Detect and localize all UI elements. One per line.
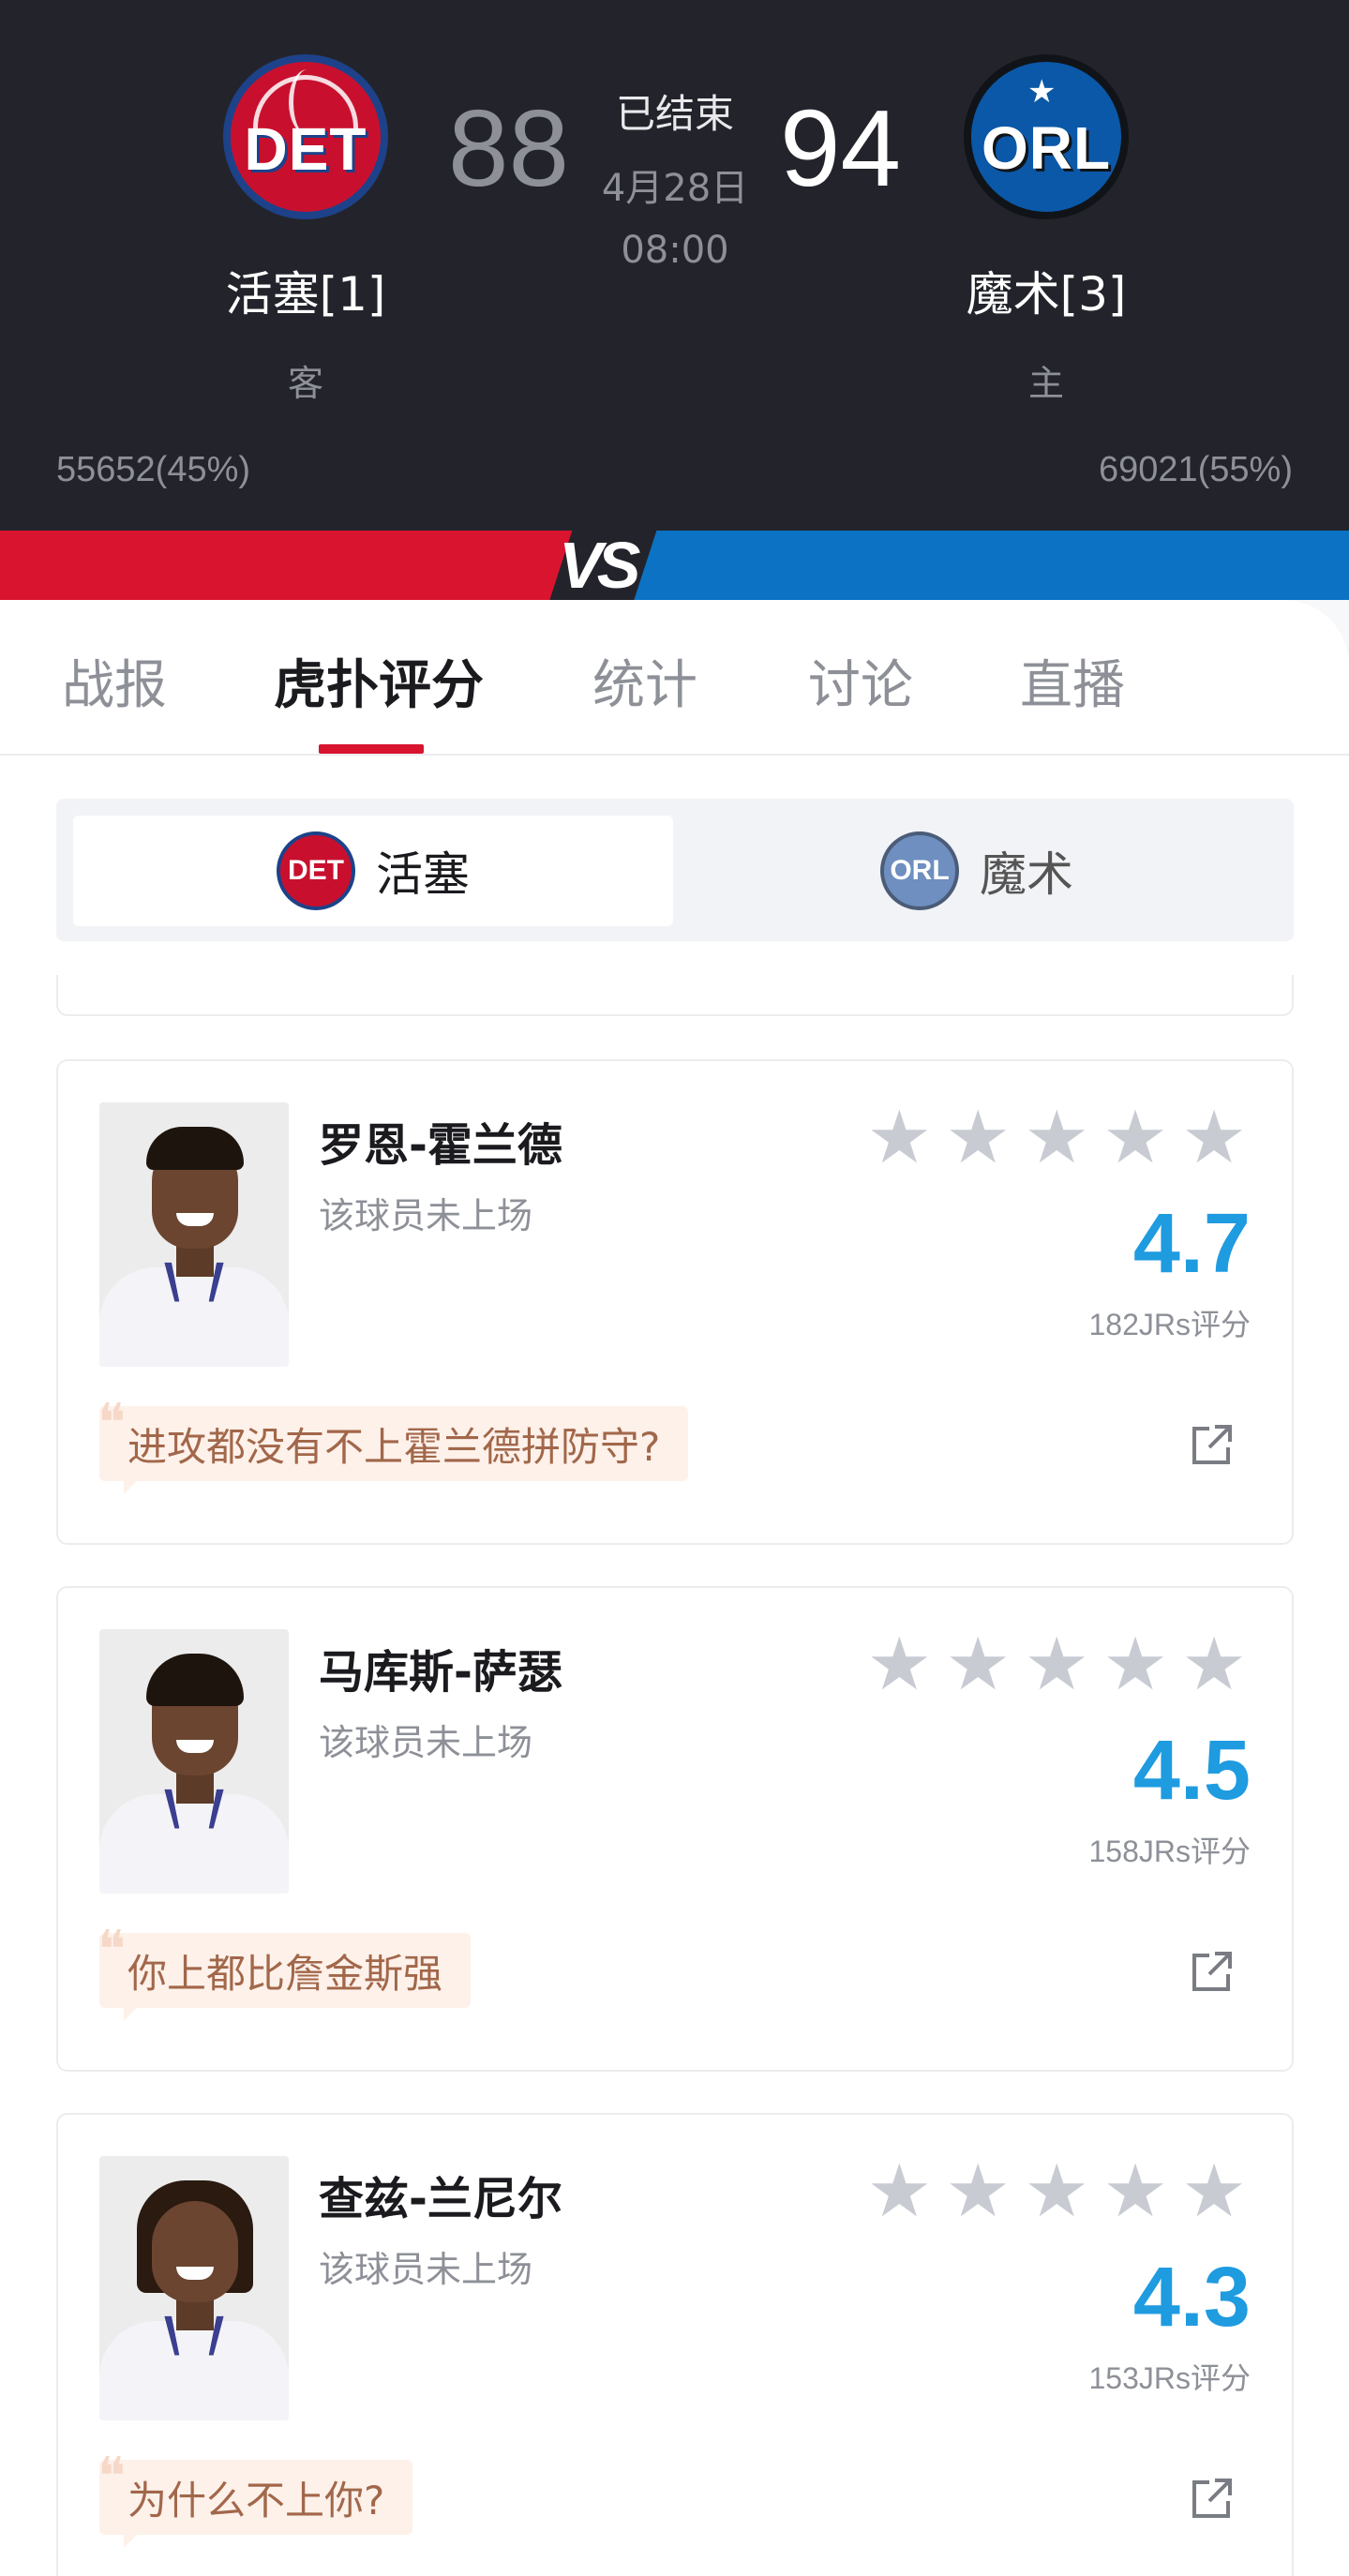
game-header: DET 88 已结束 4月28日 08:00 94 ★ ORL 活塞[1] 魔术… [0, 0, 1349, 534]
home-score: 94 [780, 87, 902, 209]
share-icon[interactable] [1189, 1948, 1236, 1995]
top-comment[interactable]: ❝ 为什么不上你? [97, 2447, 413, 2548]
team-switch-home-label: 魔术 [980, 847, 1073, 902]
tab-hupu-rating[interactable]: 虎扑评分 [274, 643, 484, 719]
player-card[interactable]: 马库斯-萨瑟 该球员未上场 ★ ★ ★ ★ ★ 4.5 158JRs评分 ❝ 你… [56, 1586, 1294, 2072]
home-team-role: 主 [1027, 363, 1064, 404]
player-status: 该球员未上场 [319, 1722, 533, 1763]
star-icon[interactable]: ★ [1181, 2154, 1247, 2229]
star-icon[interactable]: ★ [1102, 1101, 1168, 1176]
top-comment-text: 为什么不上你? [127, 2477, 385, 2524]
share-icon[interactable] [1189, 2475, 1236, 2522]
player-rating: 4.7 [1132, 1197, 1251, 1291]
tab-bar: 战报 虎扑评分 统计 讨论 直播 [0, 600, 1349, 756]
tab-live[interactable]: 直播 [1020, 643, 1125, 719]
away-team-role: 客 [287, 363, 323, 404]
star-icon[interactable]: ★ [1024, 1627, 1089, 1702]
rating-stars[interactable]: ★ ★ ★ ★ ★ [866, 1627, 1247, 1702]
team-logo-home-text: ORL [981, 114, 1112, 182]
star-icon[interactable]: ★ [866, 1101, 932, 1176]
rating-count: 182JRs评分 [1088, 1308, 1251, 1341]
game-date: 4月28日 [601, 167, 749, 210]
star-icon[interactable]: ★ [1102, 2154, 1168, 2229]
game-status: 已结束 [615, 91, 734, 137]
tab-report[interactable]: 战报 [62, 643, 167, 719]
team-switch: DET 活塞 ORL 魔术 [56, 799, 1294, 941]
player-name: 查兹-兰尼尔 [319, 2173, 562, 2225]
home-team-name[interactable]: 魔术[3] [906, 257, 1187, 324]
quote-icon: ❝ [97, 1393, 127, 1454]
top-comment-text: 你上都比詹金斯强 [127, 1950, 443, 1997]
active-tab-indicator [319, 744, 424, 754]
home-support-count: 69021(55%) [1098, 450, 1293, 489]
team-switch-away[interactable]: DET 活塞 [73, 816, 673, 926]
top-comment[interactable]: ❝ 你上都比詹金斯强 [97, 1920, 472, 2021]
support-bar[interactable]: VS [0, 519, 1349, 602]
player-rating: 4.5 [1132, 1724, 1251, 1818]
tab-stats[interactable]: 统计 [592, 643, 697, 719]
star-icon[interactable]: ★ [1024, 1101, 1089, 1176]
star-icon[interactable]: ★ [866, 2154, 932, 2229]
team-switch-home[interactable]: ORL 魔术 [677, 816, 1277, 926]
star-icon[interactable]: ★ [1181, 1627, 1247, 1702]
rating-stars[interactable]: ★ ★ ★ ★ ★ [866, 2154, 1247, 2229]
star-icon[interactable]: ★ [1102, 1627, 1168, 1702]
team-logo-away[interactable]: DET [223, 54, 388, 219]
quote-icon: ❝ [97, 1920, 127, 1981]
star-icon[interactable]: ★ [945, 1101, 1011, 1176]
rating-count: 158JRs评分 [1088, 1835, 1251, 1868]
player-name: 罗恩-霍兰德 [319, 1119, 562, 1172]
away-support-count: 55652(45%) [56, 450, 251, 489]
team-logo-home[interactable]: ★ ORL [964, 54, 1129, 219]
star-icon[interactable]: ★ [1181, 1101, 1247, 1176]
star-icon[interactable]: ★ [945, 1627, 1011, 1702]
main-content: 战报 虎扑评分 统计 讨论 直播 DET 活塞 ORL 魔术 罗恩-霍兰德 该球… [0, 600, 1349, 2576]
tab-discussion[interactable]: 讨论 [808, 643, 913, 719]
top-comment[interactable]: ❝ 进攻都没有不上霍兰德拼防守? [97, 1393, 689, 1494]
previous-card-edge [56, 975, 1294, 1016]
top-comment-text: 进攻都没有不上霍兰德拼防守? [127, 1423, 661, 1470]
team-logo-small-home: ORL [880, 831, 959, 910]
support-bar-away [0, 531, 600, 600]
rating-count: 153JRs评分 [1088, 2361, 1251, 2395]
team-logo-small-away: DET [277, 831, 355, 910]
away-team-name[interactable]: 活塞[1] [165, 257, 446, 324]
star-icon[interactable]: ★ [1024, 2154, 1089, 2229]
star-icon[interactable]: ★ [866, 1627, 932, 1702]
away-score: 88 [448, 87, 570, 209]
player-name: 马库斯-萨瑟 [319, 1646, 562, 1699]
share-icon[interactable] [1189, 1421, 1236, 1468]
game-time: 08:00 [621, 229, 729, 272]
player-card[interactable]: 查兹-兰尼尔 该球员未上场 ★ ★ ★ ★ ★ 4.3 153JRs评分 ❝ 为… [56, 2113, 1294, 2576]
player-photo [99, 1629, 289, 1894]
player-rating: 4.3 [1132, 2251, 1251, 2344]
rating-stars[interactable]: ★ ★ ★ ★ ★ [866, 1101, 1247, 1176]
vs-label: VS [559, 529, 640, 602]
team-logo-away-text: DET [244, 115, 367, 183]
player-status: 该球员未上场 [319, 1195, 533, 1236]
player-status: 该球员未上场 [319, 2249, 533, 2290]
player-photo [99, 1102, 289, 1367]
star-icon[interactable]: ★ [945, 2154, 1011, 2229]
support-bar-home [600, 531, 1349, 600]
team-switch-away-label: 活塞 [376, 847, 470, 902]
player-card[interactable]: 罗恩-霍兰德 该球员未上场 ★ ★ ★ ★ ★ 4.7 182JRs评分 ❝ 进… [56, 1059, 1294, 1545]
quote-icon: ❝ [97, 2447, 127, 2508]
player-photo [99, 2156, 289, 2420]
